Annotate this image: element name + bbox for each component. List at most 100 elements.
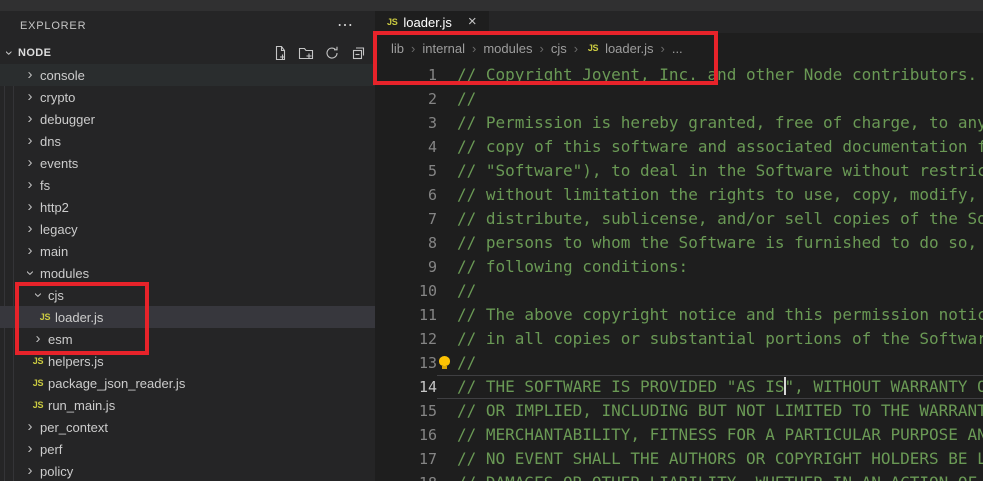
tree-item-label: perf <box>40 442 62 457</box>
tree-item-dns[interactable]: ›dns <box>0 130 375 152</box>
tab-bar: JS loader.js × <box>375 11 983 33</box>
code-line-13[interactable]: 13// <box>375 351 983 375</box>
js-file-icon: JS <box>30 378 46 388</box>
breadcrumb-separator: › <box>539 41 543 56</box>
tab-label: loader.js <box>403 15 451 30</box>
vscode-window: EXPLORER ⋯ › NODE <box>0 0 983 481</box>
chevron-right-icon: › <box>22 417 38 437</box>
tab-loader-js[interactable]: JS loader.js × <box>375 11 489 33</box>
line-number[interactable]: 7 <box>375 207 437 231</box>
tree-item-console[interactable]: ›console <box>0 64 375 86</box>
tree-item-label: events <box>40 156 78 171</box>
tree-item-run-main-js[interactable]: JSrun_main.js <box>0 394 375 416</box>
breadcrumb-item-loader-js[interactable]: loader.js <box>605 41 653 56</box>
tree-item-policy[interactable]: ›policy <box>0 460 375 481</box>
line-text: // THE SOFTWARE IS PROVIDED "AS IS", WIT… <box>437 375 983 399</box>
editor-group: JS loader.js × lib›internal›modules›cjs›… <box>375 11 983 481</box>
tree-item-label: cjs <box>48 288 64 303</box>
tree-item-package-json-reader-js[interactable]: JSpackage_json_reader.js <box>0 372 375 394</box>
tree-item-label: helpers.js <box>48 354 104 369</box>
code-line-16[interactable]: 16// MERCHANTABILITY, FITNESS FOR A PART… <box>375 423 983 447</box>
chevron-right-icon: › <box>22 175 38 195</box>
line-number[interactable]: 6 <box>375 183 437 207</box>
line-number[interactable]: 12 <box>375 327 437 351</box>
line-number[interactable]: 2 <box>375 87 437 111</box>
code-line-1[interactable]: 1// Copyright Joyent, Inc. and other Nod… <box>375 63 983 87</box>
line-number[interactable]: 17 <box>375 447 437 471</box>
line-text: // copy of this software and associated … <box>437 135 983 159</box>
code-line-18[interactable]: 18// DAMAGES OR OTHER LIABILITY, WHETHER… <box>375 471 983 481</box>
line-number[interactable]: 14 <box>375 375 437 399</box>
new-file-icon[interactable] <box>272 45 288 61</box>
code-line-15[interactable]: 15// OR IMPLIED, INCLUDING BUT NOT LIMIT… <box>375 399 983 423</box>
more-actions-icon[interactable]: ⋯ <box>337 21 353 31</box>
line-text: // <box>437 87 983 111</box>
line-number[interactable]: 13 <box>375 351 437 375</box>
code-line-14[interactable]: 14// THE SOFTWARE IS PROVIDED "AS IS", W… <box>375 375 983 399</box>
code-line-12[interactable]: 12// in all copies or substantial portio… <box>375 327 983 351</box>
code-line-3[interactable]: 3// Permission is hereby granted, free o… <box>375 111 983 135</box>
code-line-11[interactable]: 11// The above copyright notice and this… <box>375 303 983 327</box>
breadcrumb-separator: › <box>660 41 664 56</box>
line-number[interactable]: 8 <box>375 231 437 255</box>
line-number[interactable]: 9 <box>375 255 437 279</box>
explorer-header: EXPLORER ⋯ <box>0 11 375 41</box>
tree-item-http2[interactable]: ›http2 <box>0 196 375 218</box>
code-line-5[interactable]: 5// "Software"), to deal in the Software… <box>375 159 983 183</box>
close-icon[interactable]: × <box>468 15 477 29</box>
tree-item-events[interactable]: ›events <box>0 152 375 174</box>
line-number[interactable]: 1 <box>375 63 437 87</box>
line-number[interactable]: 15 <box>375 399 437 423</box>
js-file-icon: JS <box>585 43 601 53</box>
tree-item-label: loader.js <box>55 310 103 325</box>
chevron-right-icon: › <box>22 439 38 459</box>
tree-item-loader-js[interactable]: JSloader.js <box>0 306 375 328</box>
new-folder-icon[interactable] <box>298 45 314 61</box>
breadcrumb-item--[interactable]: ... <box>672 41 683 56</box>
tree-item-esm[interactable]: ›esm <box>0 328 375 350</box>
chevron-right-icon: › <box>22 131 38 151</box>
refresh-icon[interactable] <box>324 45 340 61</box>
js-file-icon: JS <box>387 17 397 27</box>
tree-item-perf[interactable]: ›perf <box>0 438 375 460</box>
code-line-6[interactable]: 6// without limitation the rights to use… <box>375 183 983 207</box>
tree-item-fs[interactable]: ›fs <box>0 174 375 196</box>
line-text: // <box>437 279 983 303</box>
code-line-8[interactable]: 8// persons to whom the Software is furn… <box>375 231 983 255</box>
code-line-10[interactable]: 10// <box>375 279 983 303</box>
line-number[interactable]: 18 <box>375 471 437 481</box>
tree-item-main[interactable]: ›main <box>0 240 375 262</box>
tree-item-debugger[interactable]: ›debugger <box>0 108 375 130</box>
code-area[interactable]: 1// Copyright Joyent, Inc. and other Nod… <box>375 63 983 481</box>
tree-item-cjs[interactable]: ›cjs <box>0 284 375 306</box>
line-number[interactable]: 16 <box>375 423 437 447</box>
line-number[interactable]: 10 <box>375 279 437 303</box>
chevron-down-icon: › <box>28 287 48 303</box>
line-number[interactable]: 11 <box>375 303 437 327</box>
code-line-2[interactable]: 2// <box>375 87 983 111</box>
lightbulb-icon[interactable] <box>439 356 450 366</box>
tree-item-legacy[interactable]: ›legacy <box>0 218 375 240</box>
tree-item-crypto[interactable]: ›crypto <box>0 86 375 108</box>
tree-item-per-context[interactable]: ›per_context <box>0 416 375 438</box>
tree-item-label: crypto <box>40 90 75 105</box>
breadcrumb-item-modules[interactable]: modules <box>483 41 532 56</box>
tree-item-helpers-js[interactable]: JShelpers.js <box>0 350 375 372</box>
collapse-all-icon[interactable] <box>350 45 366 61</box>
line-number[interactable]: 4 <box>375 135 437 159</box>
explorer-title: EXPLORER <box>20 20 86 32</box>
tree-item-label: http2 <box>40 200 69 215</box>
code-line-7[interactable]: 7// distribute, sublicense, and/or sell … <box>375 207 983 231</box>
code-line-17[interactable]: 17// NO EVENT SHALL THE AUTHORS OR COPYR… <box>375 447 983 471</box>
tree-item-label: dns <box>40 134 61 149</box>
line-number[interactable]: 3 <box>375 111 437 135</box>
breadcrumb-item-lib[interactable]: lib <box>391 41 404 56</box>
breadcrumb-item-internal[interactable]: internal <box>422 41 465 56</box>
line-number[interactable]: 5 <box>375 159 437 183</box>
code-line-9[interactable]: 9// following conditions: <box>375 255 983 279</box>
breadcrumb-item-cjs[interactable]: cjs <box>551 41 567 56</box>
section-header-node[interactable]: › NODE <box>0 41 375 64</box>
section-title: NODE <box>18 47 51 59</box>
code-line-4[interactable]: 4// copy of this software and associated… <box>375 135 983 159</box>
tree-item-modules[interactable]: ›modules <box>0 262 375 284</box>
